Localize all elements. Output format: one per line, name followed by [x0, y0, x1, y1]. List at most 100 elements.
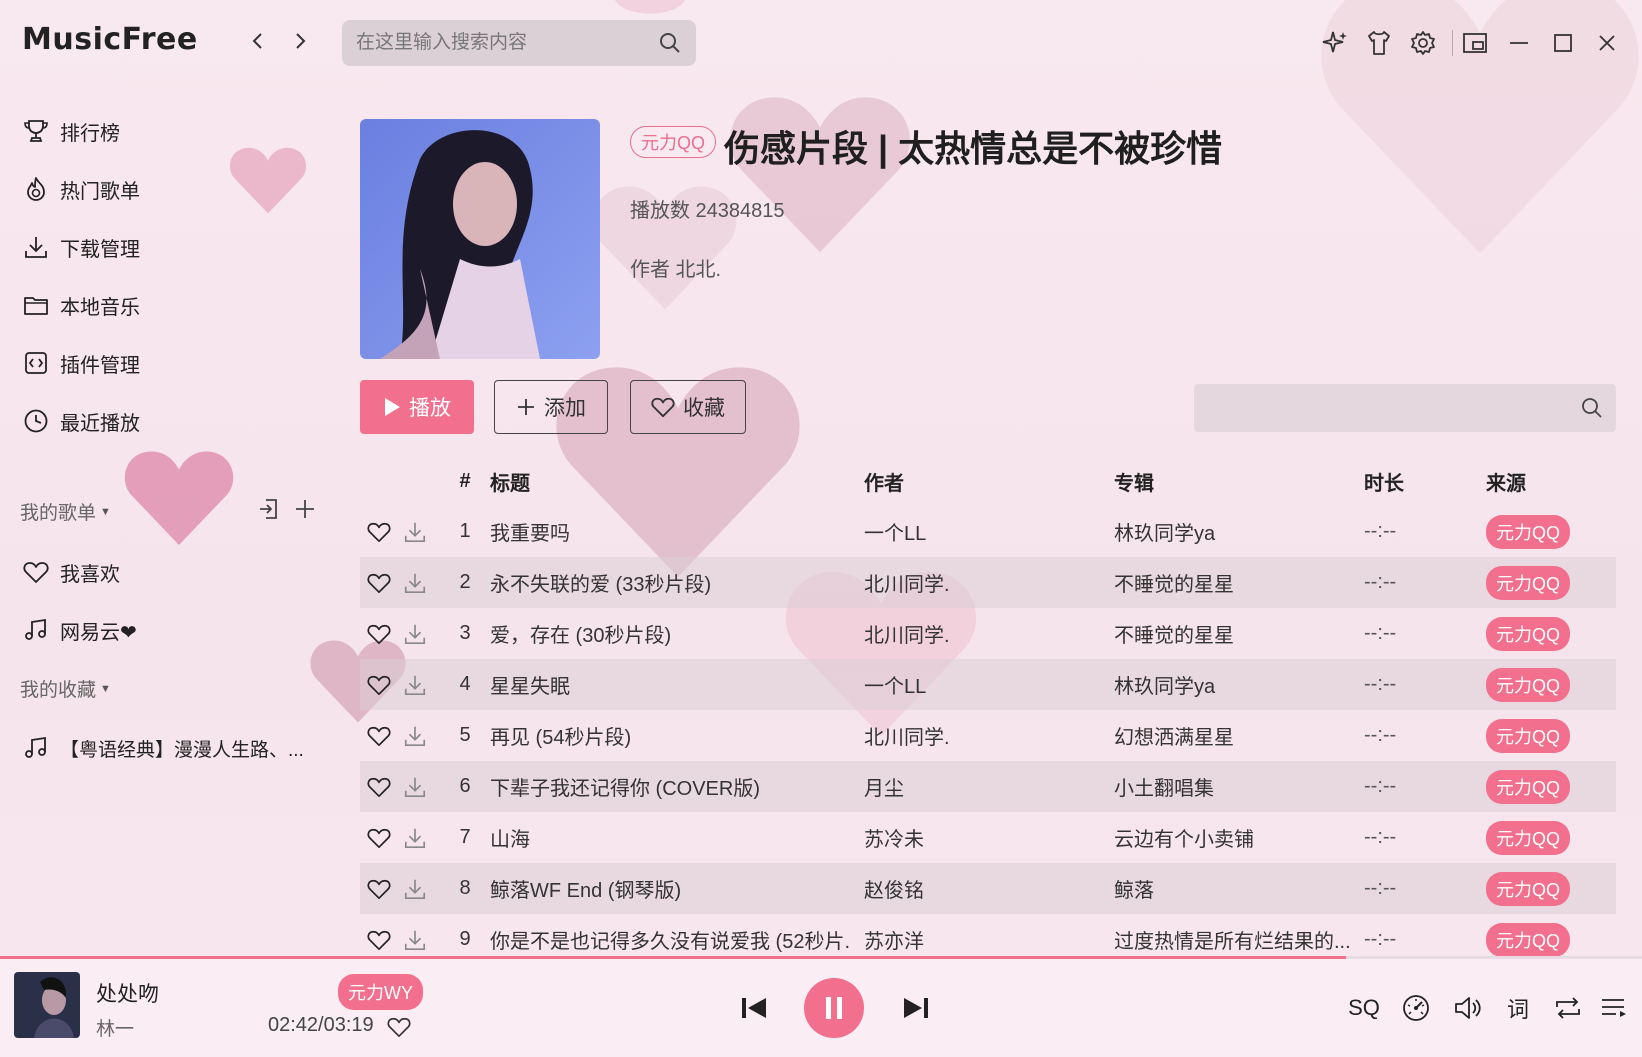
heart-icon[interactable] [363, 506, 395, 557]
table-row[interactable]: 6 下辈子我还记得你 (COVER版) 月尘 小土翻唱集 --:-- 元力QQ [360, 761, 1616, 812]
heart-icon [651, 396, 675, 418]
row-album[interactable]: 鲸落 [1114, 863, 1354, 914]
heart-icon[interactable] [363, 710, 395, 761]
forward-button[interactable] [285, 26, 315, 56]
row-album[interactable]: 不睡觉的星星 [1114, 608, 1354, 659]
back-button[interactable] [243, 26, 273, 56]
table-row[interactable]: 2 永不失联的爱 (33秒片段) 北川同学. 不睡觉的星星 --:-- 元力QQ [360, 557, 1616, 608]
flame-icon [22, 175, 50, 203]
song-filter-input[interactable] [1194, 397, 1580, 419]
my-collections-toggle[interactable]: 我的收藏 ▼ [20, 675, 111, 702]
table-row[interactable]: 4 星星失眠 一个LL 林玖同学ya --:-- 元力QQ [360, 659, 1616, 710]
now-playing-source-badge: 元力WY [338, 974, 423, 1010]
heart-icon[interactable] [363, 608, 395, 659]
previous-button[interactable] [736, 990, 772, 1026]
heart-icon[interactable] [363, 863, 395, 914]
collect-button[interactable]: 收藏 [630, 380, 746, 434]
import-playlist-button[interactable] [254, 494, 284, 524]
gear-icon[interactable] [1406, 26, 1440, 60]
download-icon[interactable] [399, 506, 431, 557]
pause-button[interactable] [804, 978, 864, 1038]
heart-icon[interactable] [363, 557, 395, 608]
now-playing-title: 处处吻 [96, 983, 159, 1006]
repeat-icon[interactable] [1550, 990, 1586, 1026]
search-icon[interactable] [658, 31, 682, 55]
like-current-button[interactable] [384, 1012, 414, 1042]
theme-shirt-icon[interactable] [1362, 26, 1396, 60]
mini-mode-icon[interactable] [1458, 26, 1492, 60]
row-artist[interactable]: 一个LL [864, 506, 1094, 557]
play-all-button[interactable]: 播放 [360, 380, 474, 434]
add-button[interactable]: 添加 [494, 380, 608, 434]
play-all-label: 播放 [409, 397, 451, 420]
sidebar-item-plugins[interactable]: 插件管理 [22, 343, 140, 383]
next-button[interactable] [898, 990, 934, 1026]
playlist-cover [360, 119, 600, 359]
download-icon[interactable] [399, 812, 431, 863]
code-icon [22, 349, 50, 377]
header-source[interactable]: 来源 [1486, 456, 1616, 506]
download-icon[interactable] [399, 710, 431, 761]
table-row[interactable]: 3 爱，存在 (30秒片段) 北川同学. 不睡觉的星星 --:-- 元力QQ [360, 608, 1616, 659]
sidebar-item-my-likes[interactable]: 我喜欢 [22, 552, 120, 592]
row-source: 元力QQ [1486, 863, 1616, 914]
row-album[interactable]: 幻想洒满星星 [1114, 710, 1354, 761]
minimize-icon[interactable] [1502, 26, 1536, 60]
sidebar-item-hot-playlists[interactable]: 热门歌单 [22, 169, 140, 209]
sidebar-item-collection[interactable]: 【粤语经典】漫漫人生路、... [22, 728, 304, 768]
heart-icon[interactable] [363, 659, 395, 710]
sidebar-item-ranking[interactable]: 排行榜 [22, 111, 120, 151]
header-album[interactable]: 专辑 [1114, 456, 1354, 506]
row-num: 8 [459, 877, 471, 899]
progress-fill [0, 956, 1347, 959]
row-artist[interactable]: 一个LL [864, 659, 1094, 710]
quality-label: SQ [1348, 995, 1380, 1020]
row-artist[interactable]: 月尘 [864, 761, 1094, 812]
lyrics-button[interactable]: 词 [1500, 990, 1536, 1026]
sidebar-item-label: 插件管理 [60, 354, 140, 377]
download-icon[interactable] [399, 608, 431, 659]
my-playlists-toggle[interactable]: 我的歌单 ▼ [20, 498, 111, 525]
search-icon[interactable] [1580, 396, 1604, 420]
download-icon[interactable] [399, 761, 431, 812]
table-row[interactable]: 5 再见 (54秒片段) 北川同学. 幻想洒满星星 --:-- 元力QQ [360, 710, 1616, 761]
download-icon[interactable] [399, 557, 431, 608]
download-icon[interactable] [399, 659, 431, 710]
header-title[interactable]: 标题 [490, 456, 850, 506]
speed-icon[interactable] [1398, 990, 1434, 1026]
sparkle-icon[interactable] [1318, 26, 1352, 60]
row-artist[interactable]: 赵俊铭 [864, 863, 1094, 914]
sidebar-item-recent[interactable]: 最近播放 [22, 401, 140, 441]
sidebar-item-local-music[interactable]: 本地音乐 [22, 285, 140, 325]
header-num: # [459, 469, 471, 492]
header-artist[interactable]: 作者 [864, 456, 1094, 506]
maximize-icon[interactable] [1546, 26, 1580, 60]
quality-button[interactable]: SQ [1346, 990, 1382, 1026]
row-source: 元力QQ [1486, 557, 1616, 608]
table-row[interactable]: 7 山海 苏冷未 云边有个小卖铺 --:-- 元力QQ [360, 812, 1616, 863]
row-album[interactable]: 林玖同学ya [1114, 659, 1354, 710]
volume-icon[interactable] [1450, 990, 1486, 1026]
row-album[interactable]: 不睡觉的星星 [1114, 557, 1354, 608]
table-row[interactable]: 1 我重要吗 一个LL 林玖同学ya --:-- 元力QQ [360, 506, 1616, 557]
add-playlist-button[interactable] [290, 494, 320, 524]
sidebar-item-downloads[interactable]: 下载管理 [22, 227, 140, 267]
heart-icon[interactable] [363, 812, 395, 863]
close-icon[interactable] [1590, 26, 1624, 60]
row-album[interactable]: 林玖同学ya [1114, 506, 1354, 557]
search-input[interactable] [356, 32, 658, 54]
playlist-queue-icon[interactable] [1596, 990, 1632, 1026]
now-playing-cover[interactable] [14, 972, 80, 1038]
row-artist[interactable]: 苏冷未 [864, 812, 1094, 863]
row-album[interactable]: 小土翻唱集 [1114, 761, 1354, 812]
row-artist[interactable]: 北川同学. [864, 710, 1094, 761]
row-title: 永不失联的爱 (33秒片段) [490, 574, 712, 596]
sidebar-item-netease[interactable]: 网易云❤ [22, 610, 137, 650]
table-row[interactable]: 8 鲸落WF End (钢琴版) 赵俊铭 鲸落 --:-- 元力QQ [360, 863, 1616, 914]
heart-icon[interactable] [363, 761, 395, 812]
row-album[interactable]: 云边有个小卖铺 [1114, 812, 1354, 863]
row-artist[interactable]: 北川同学. [864, 557, 1094, 608]
download-icon[interactable] [399, 863, 431, 914]
row-artist[interactable]: 北川同学. [864, 608, 1094, 659]
header-duration[interactable]: 时长 [1364, 456, 1474, 506]
